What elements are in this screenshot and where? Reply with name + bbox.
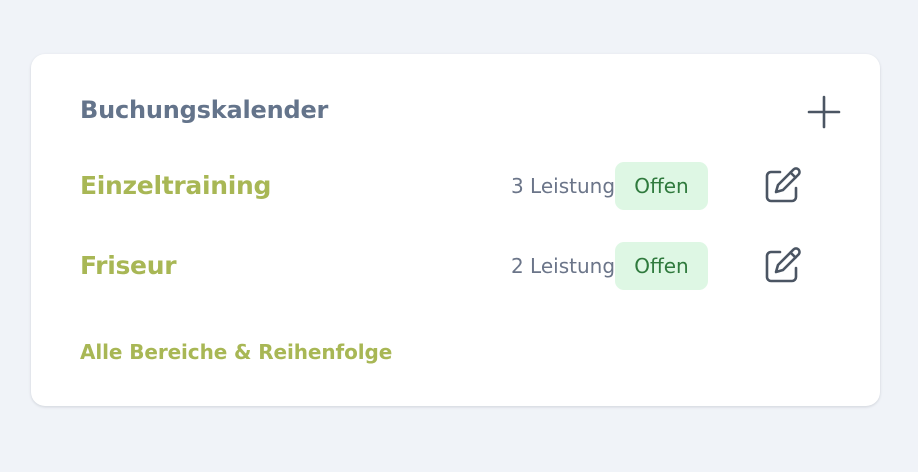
status-badge: Offen xyxy=(615,162,708,210)
plus-icon xyxy=(807,95,841,129)
area-name[interactable]: Friseur xyxy=(80,242,177,290)
list-item: Einzeltraining 3 Leistungen Offen xyxy=(80,162,820,210)
area-name[interactable]: Einzeltraining xyxy=(80,162,271,210)
edit-button[interactable] xyxy=(760,244,804,288)
pencil-square-icon xyxy=(765,167,801,203)
booking-calendar-card: Buchungskalender Einzeltraining 3 Leistu… xyxy=(31,54,880,406)
all-areas-link[interactable]: Alle Bereiche & Reihenfolge xyxy=(80,336,392,368)
card-title: Buchungskalender xyxy=(80,96,329,124)
card-header: Buchungskalender xyxy=(80,94,841,130)
edit-button[interactable] xyxy=(760,164,804,208)
add-button[interactable] xyxy=(804,92,844,132)
status-badge: Offen xyxy=(615,242,708,290)
pencil-square-icon xyxy=(765,247,801,283)
list-item: Friseur 2 Leistungen Offen xyxy=(80,242,820,290)
